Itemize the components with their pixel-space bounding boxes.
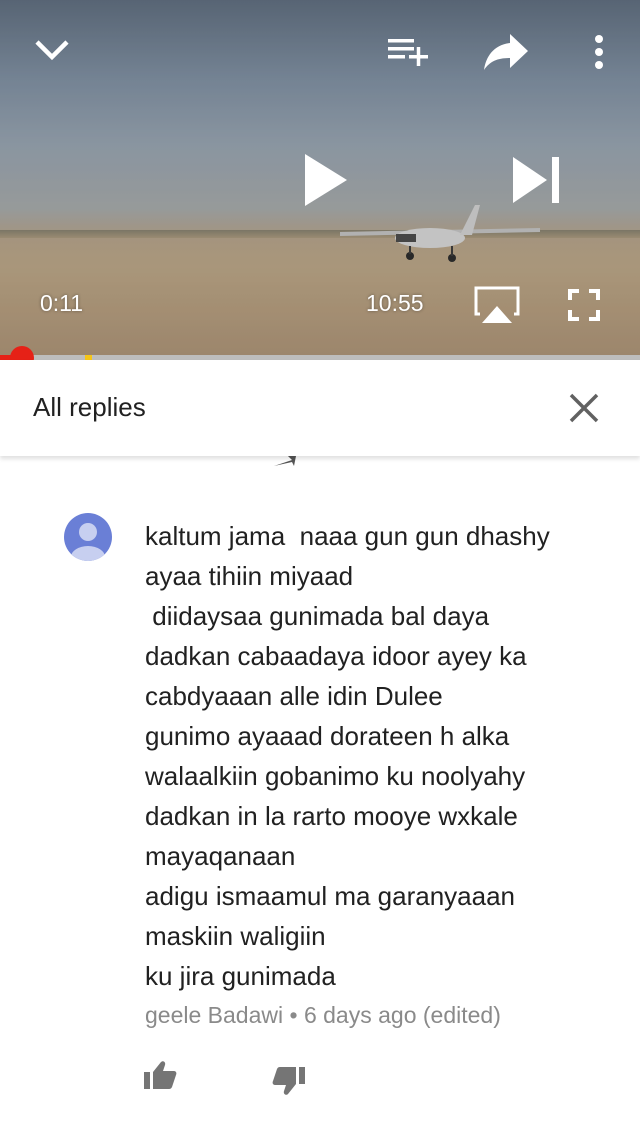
avatar-person-icon: [71, 523, 105, 561]
replies-title: All replies: [33, 392, 146, 422]
comment-time: 6 days ago: [303, 1002, 417, 1028]
close-icon[interactable]: [566, 390, 602, 426]
like-icon[interactable]: [143, 1060, 177, 1090]
duration: 10:55: [366, 290, 424, 316]
skip-next-icon[interactable]: [511, 155, 561, 205]
playlist-add-icon[interactable]: [388, 36, 430, 68]
more-vert-icon[interactable]: [591, 34, 607, 70]
meta-separator: •: [289, 1002, 298, 1028]
video-player[interactable]: 0:11 10:55: [0, 0, 640, 360]
dislike-icon[interactable]: [272, 1066, 306, 1096]
current-time: 0:11: [40, 290, 84, 316]
comment-author[interactable]: geele Badawi: [145, 1002, 283, 1028]
comment-text: kaltum jama naaa gun gun dhashy ayaa tih…: [145, 521, 550, 991]
replies-header: All replies: [0, 360, 640, 456]
share-icon[interactable]: [482, 32, 530, 72]
play-icon[interactable]: [303, 152, 349, 208]
chevron-down-icon[interactable]: [34, 38, 70, 62]
avatar[interactable]: [64, 513, 112, 561]
airplay-icon[interactable]: [474, 286, 520, 324]
fullscreen-icon[interactable]: [568, 289, 600, 321]
comment-meta: geele Badawi • 6 days ago (edited): [145, 1002, 501, 1029]
edited-label: (edited): [422, 1002, 501, 1028]
